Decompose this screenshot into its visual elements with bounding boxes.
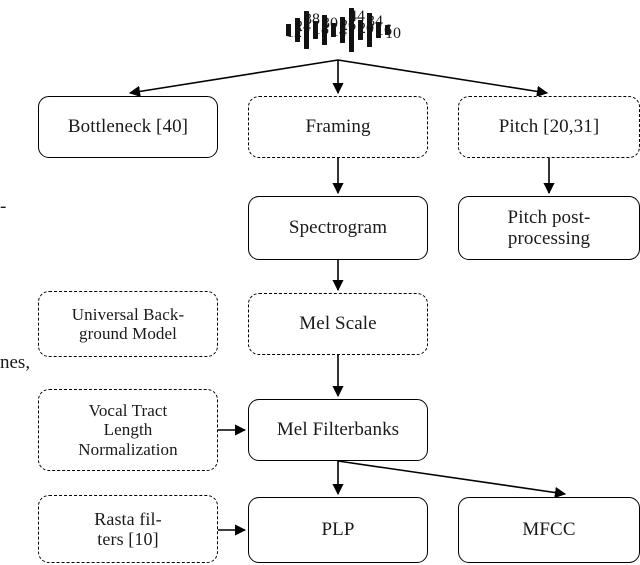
node-label-bottleneck: Bottleneck [40] xyxy=(67,116,189,138)
node-mfcc[interactable]: MFCC xyxy=(458,497,640,563)
node-label-mel-scale: Mel Scale xyxy=(299,313,377,335)
waveform-bar: 26 xyxy=(340,17,356,43)
node-label-mfcc: MFCC xyxy=(522,519,576,541)
node-mel-filter[interactable]: Mel Filterbanks xyxy=(248,399,428,461)
node-spectrogram[interactable]: Spectrogram xyxy=(248,196,428,260)
waveform-bar: 34 xyxy=(367,13,383,47)
node-label-framing: Framing xyxy=(305,116,371,138)
node-label-spectrogram: Spectrogram xyxy=(288,217,388,239)
node-label-plp: PLP xyxy=(321,519,355,541)
node-vtln[interactable]: Vocal Tract Length Normalization xyxy=(38,389,218,471)
waveform-bar: 10 xyxy=(385,25,401,42)
waveform-bar: 24 xyxy=(295,18,311,42)
node-plp[interactable]: PLP xyxy=(248,497,428,563)
figure-canvas: 12 24 38 18 30 14 26 44 20 34 16 10 Bottleneck [40]… xyxy=(0,0,640,565)
node-mel-scale[interactable]: Mel Scale xyxy=(248,293,428,355)
waveform-bar: 12 xyxy=(286,24,302,41)
node-bottleneck[interactable]: Bottleneck [40] xyxy=(38,96,218,158)
waveform-bar: 38 xyxy=(304,11,320,49)
node-framing[interactable]: Framing xyxy=(248,96,428,158)
audio-waveform-icon: 12 24 38 18 30 14 26 44 20 34 16 10 xyxy=(286,8,401,52)
node-label-pitch-post: Pitch post- processing xyxy=(507,206,591,249)
waveform-bar: 16 xyxy=(376,22,392,39)
node-ubm[interactable]: Universal Back- ground Model xyxy=(38,291,218,357)
waveform-bar: 30 xyxy=(322,15,338,45)
node-rasta[interactable]: Rasta fil- ters [10] xyxy=(38,495,218,563)
edge-waveform-to-bottleneck xyxy=(128,59,339,97)
node-label-ubm: Universal Back- ground Model xyxy=(71,304,185,343)
margin-frag-2: nes, xyxy=(0,352,31,373)
node-label-mel-filter: Mel Filterbanks xyxy=(276,419,400,441)
edge-mel-filterbanks-to-mfcc xyxy=(337,460,567,499)
waveform-bar: 20 xyxy=(358,20,374,40)
node-pitch-post[interactable]: Pitch post- processing xyxy=(458,196,640,260)
edge-waveform-to-pitch xyxy=(337,59,549,97)
margin-frag-1: - xyxy=(0,196,7,217)
connector-layer xyxy=(128,59,567,536)
waveform-bar: 44 xyxy=(349,8,365,52)
node-pitch[interactable]: Pitch [20,31] xyxy=(458,96,640,158)
waveform-bar: 14 xyxy=(331,23,347,40)
node-label-pitch: Pitch [20,31] xyxy=(498,116,600,138)
node-label-rasta: Rasta fil- ters [10] xyxy=(94,508,162,549)
waveform-bar: 18 xyxy=(313,21,329,39)
node-label-vtln: Vocal Tract Length Normalization xyxy=(78,401,178,459)
